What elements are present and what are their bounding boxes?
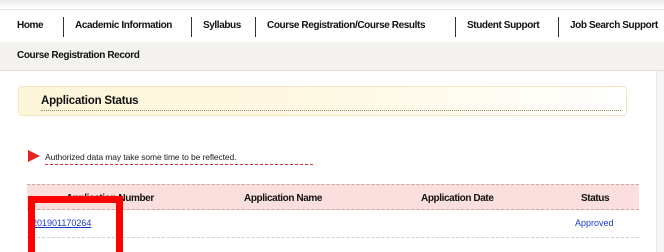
nav-divider [455,17,456,37]
nav-item-student-support[interactable]: Student Support [467,20,540,31]
section-title-underline [41,110,621,111]
right-edge-strip [656,71,664,252]
nav-divider [63,17,64,37]
nav-item-academic-information[interactable]: Academic Information [75,20,172,31]
nav-item-home[interactable]: Home [17,20,44,31]
nav-divider [191,17,192,37]
column-header-application-date: Application Date [421,193,494,204]
section-title: Application Status [41,95,139,107]
status-value: Approved [575,218,614,228]
notice-text: Authorized data may take some time to be… [45,152,237,162]
red-arrow-icon [28,150,40,162]
column-header-status: Status [581,193,610,204]
nav-divider [558,17,559,37]
main-nav: Home Academic Information Syllabus Cours… [0,16,664,42]
sub-nav-course-registration-record[interactable]: Course Registration Record [17,50,140,61]
nav-item-job-search-support[interactable]: Job Search Support [570,20,658,31]
application-status-header: Application Status [18,86,627,116]
column-header-application-name: Application Name [244,193,323,204]
top-border [0,0,664,10]
nav-item-syllabus[interactable]: Syllabus [203,20,241,31]
nav-divider [255,17,256,37]
notice-underline [45,164,313,165]
nav-item-course-registration[interactable]: Course Registration/Course Results [267,20,426,31]
sub-nav-bar: Course Registration Record [0,42,664,71]
highlight-annotation-box [28,196,123,252]
